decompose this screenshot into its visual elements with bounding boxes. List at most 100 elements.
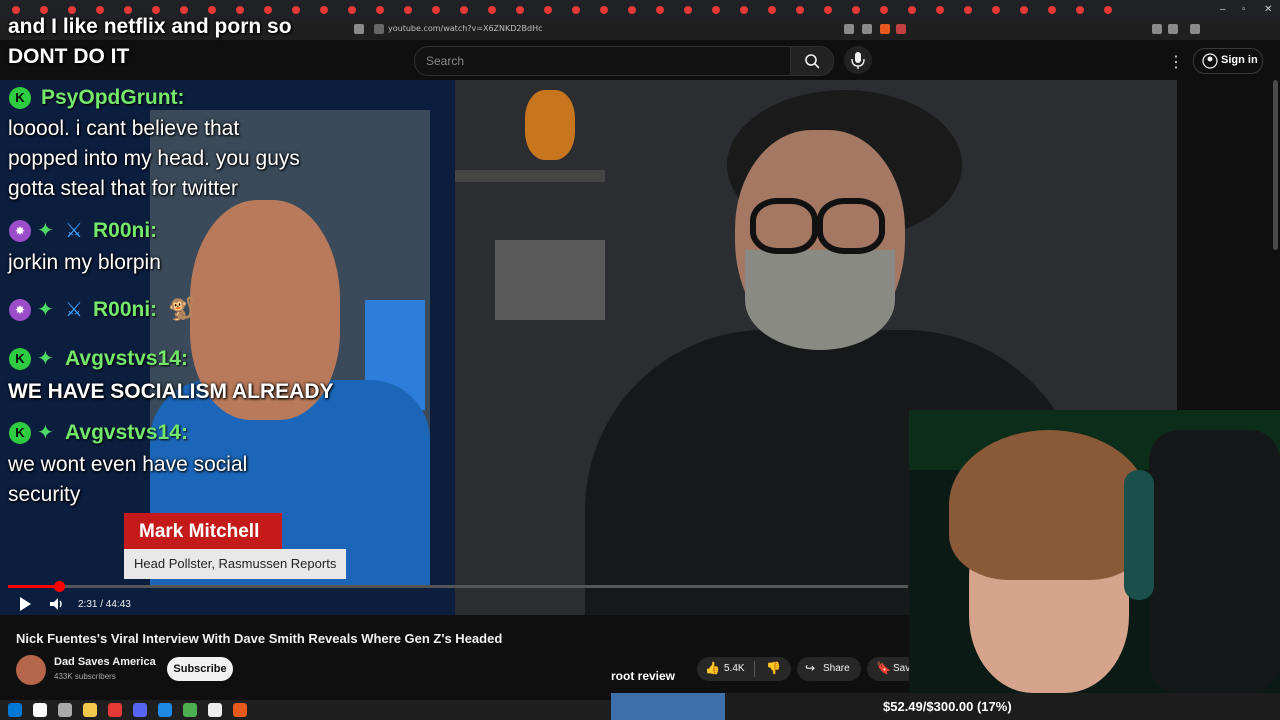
menu-icon[interactable] — [1190, 24, 1200, 34]
more-options-icon[interactable]: ⋮ — [1168, 52, 1184, 72]
donation-goal-fill — [611, 693, 725, 720]
chat-message-line: jorkin my blorpin — [8, 251, 161, 274]
lower-third-title: Head Pollster, Rasmussen Reports — [124, 549, 346, 579]
tab-favicon-icon[interactable] — [460, 6, 468, 14]
tab-favicon-icon[interactable] — [1048, 6, 1056, 14]
minimize-icon[interactable]: – — [1220, 4, 1226, 15]
like-count: 5.4K — [724, 663, 745, 674]
tab-favicon-icon[interactable] — [376, 6, 384, 14]
bookmark-icon: 🔖 — [876, 661, 891, 675]
lower-third-name-text: Mark Mitchell — [139, 521, 260, 542]
url-text[interactable]: youtube.com/watch?v=X6ZNKD2BdHc — [388, 24, 542, 33]
sign-in-button[interactable]: Sign in — [1193, 48, 1263, 74]
like-dislike-group[interactable]: 👍 5.4K 👎 — [697, 657, 791, 681]
file-explorer-icon[interactable] — [83, 703, 97, 717]
sidebar-icon[interactable] — [1168, 24, 1178, 34]
k-badge-icon: K — [9, 348, 31, 370]
search-button[interactable] — [790, 46, 834, 76]
tab-favicon-icon[interactable] — [600, 6, 608, 14]
tab-favicon-icon[interactable] — [992, 6, 1000, 14]
volume-icon[interactable] — [49, 596, 65, 612]
seek-bar-played — [8, 585, 59, 588]
k-badge-icon: K — [9, 422, 31, 444]
tab-favicon-icon[interactable] — [1020, 6, 1028, 14]
tab-favicon-icon[interactable] — [628, 6, 636, 14]
tab-favicon-icon[interactable] — [432, 6, 440, 14]
discord-icon[interactable] — [133, 703, 147, 717]
search-input[interactable]: Search — [414, 46, 792, 76]
bookmark-icon[interactable] — [354, 24, 364, 34]
subscribe-button[interactable]: Subscribe — [167, 657, 233, 681]
sword-badge-icon: ⚔ — [65, 220, 83, 242]
tab-favicon-icon[interactable] — [348, 6, 356, 14]
tab-favicon-icon[interactable] — [768, 6, 776, 14]
gem-badge-icon: ✦ — [37, 299, 54, 321]
play-icon[interactable] — [17, 596, 33, 612]
share-icon: ↪ — [805, 661, 816, 675]
tab-favicon-icon[interactable] — [404, 6, 412, 14]
chat-username: Avgvstvs14: — [65, 347, 188, 370]
task-view-icon[interactable] — [58, 703, 72, 717]
lower-third-title-text: Head Pollster, Rasmussen Reports — [134, 556, 337, 571]
brave-icon[interactable] — [233, 703, 247, 717]
tab-favicon-icon[interactable] — [320, 6, 328, 14]
close-icon[interactable]: ✕ — [1264, 4, 1272, 15]
donation-goal-text: $52.49/$300.00 (17%) — [883, 699, 1012, 714]
chat-username: R00ni: — [93, 298, 158, 321]
lamp-shape — [525, 90, 575, 160]
start-icon[interactable] — [8, 703, 22, 717]
channel-avatar[interactable] — [16, 655, 46, 685]
tab-favicon-icon[interactable] — [796, 6, 804, 14]
tab-favicon-icon[interactable] — [1104, 6, 1112, 14]
brave-shield-icon[interactable] — [880, 24, 890, 34]
tab-favicon-icon[interactable] — [516, 6, 524, 14]
monkey-emote-icon: 🐒 — [168, 296, 196, 321]
tab-favicon-icon[interactable] — [292, 6, 300, 14]
maximize-icon[interactable]: ▫ — [1242, 4, 1246, 15]
tab-favicon-icon[interactable] — [1076, 6, 1084, 14]
app-icon[interactable] — [158, 703, 172, 717]
tab-favicon-icon[interactable] — [572, 6, 580, 14]
seek-bar[interactable] — [8, 581, 908, 592]
search-icon[interactable] — [33, 703, 47, 717]
save-button[interactable]: 🔖 Sav — [867, 657, 909, 681]
share-label: Share — [823, 663, 850, 674]
thumbs-up-icon[interactable]: 👍 — [705, 661, 720, 675]
seek-bar-handle[interactable] — [53, 581, 65, 592]
time-display: 2:31 / 44:43 — [78, 599, 131, 610]
divider — [754, 661, 755, 677]
app-icon[interactable] — [108, 703, 122, 717]
brave-rewards-icon[interactable] — [896, 24, 906, 34]
app-icon[interactable] — [208, 703, 222, 717]
thumbs-down-icon[interactable]: 👎 — [766, 661, 781, 675]
zoom-icon[interactable] — [862, 24, 872, 34]
donation-goal-bar: $52.49/$300.00 (17%) — [611, 693, 1280, 720]
tab-favicon-icon[interactable] — [852, 6, 860, 14]
scrollbar-thumb[interactable] — [1273, 80, 1278, 250]
tab-favicon-icon[interactable] — [684, 6, 692, 14]
tab-favicon-icon[interactable] — [712, 6, 720, 14]
sword-badge-icon: ⚔ — [65, 299, 83, 321]
tab-favicon-icon[interactable] — [824, 6, 832, 14]
headphones-shape — [1124, 470, 1154, 600]
tab-favicon-icon[interactable] — [908, 6, 916, 14]
video-title: Nick Fuentes's Viral Interview With Dave… — [16, 631, 503, 646]
chrome-icon[interactable] — [183, 703, 197, 717]
chat-message-line: looool. i cant believe that — [8, 117, 240, 140]
share-button[interactable]: ↪ Share — [797, 657, 861, 681]
search-placeholder: Search — [426, 54, 465, 68]
tab-favicon-icon[interactable] — [880, 6, 888, 14]
screen-icon[interactable] — [844, 24, 854, 34]
overlay-top-line-1: and I like netflix and porn so — [8, 15, 292, 38]
site-info-icon[interactable] — [374, 24, 384, 34]
tab-favicon-icon[interactable] — [740, 6, 748, 14]
voice-search-button[interactable] — [844, 46, 872, 74]
shelf-shape — [455, 170, 605, 182]
channel-name[interactable]: Dad Saves America — [54, 656, 156, 668]
tab-favicon-icon[interactable] — [488, 6, 496, 14]
tab-favicon-icon[interactable] — [656, 6, 664, 14]
tab-favicon-icon[interactable] — [964, 6, 972, 14]
tab-favicon-icon[interactable] — [544, 6, 552, 14]
tab-favicon-icon[interactable] — [936, 6, 944, 14]
extensions-icon[interactable] — [1152, 24, 1162, 34]
